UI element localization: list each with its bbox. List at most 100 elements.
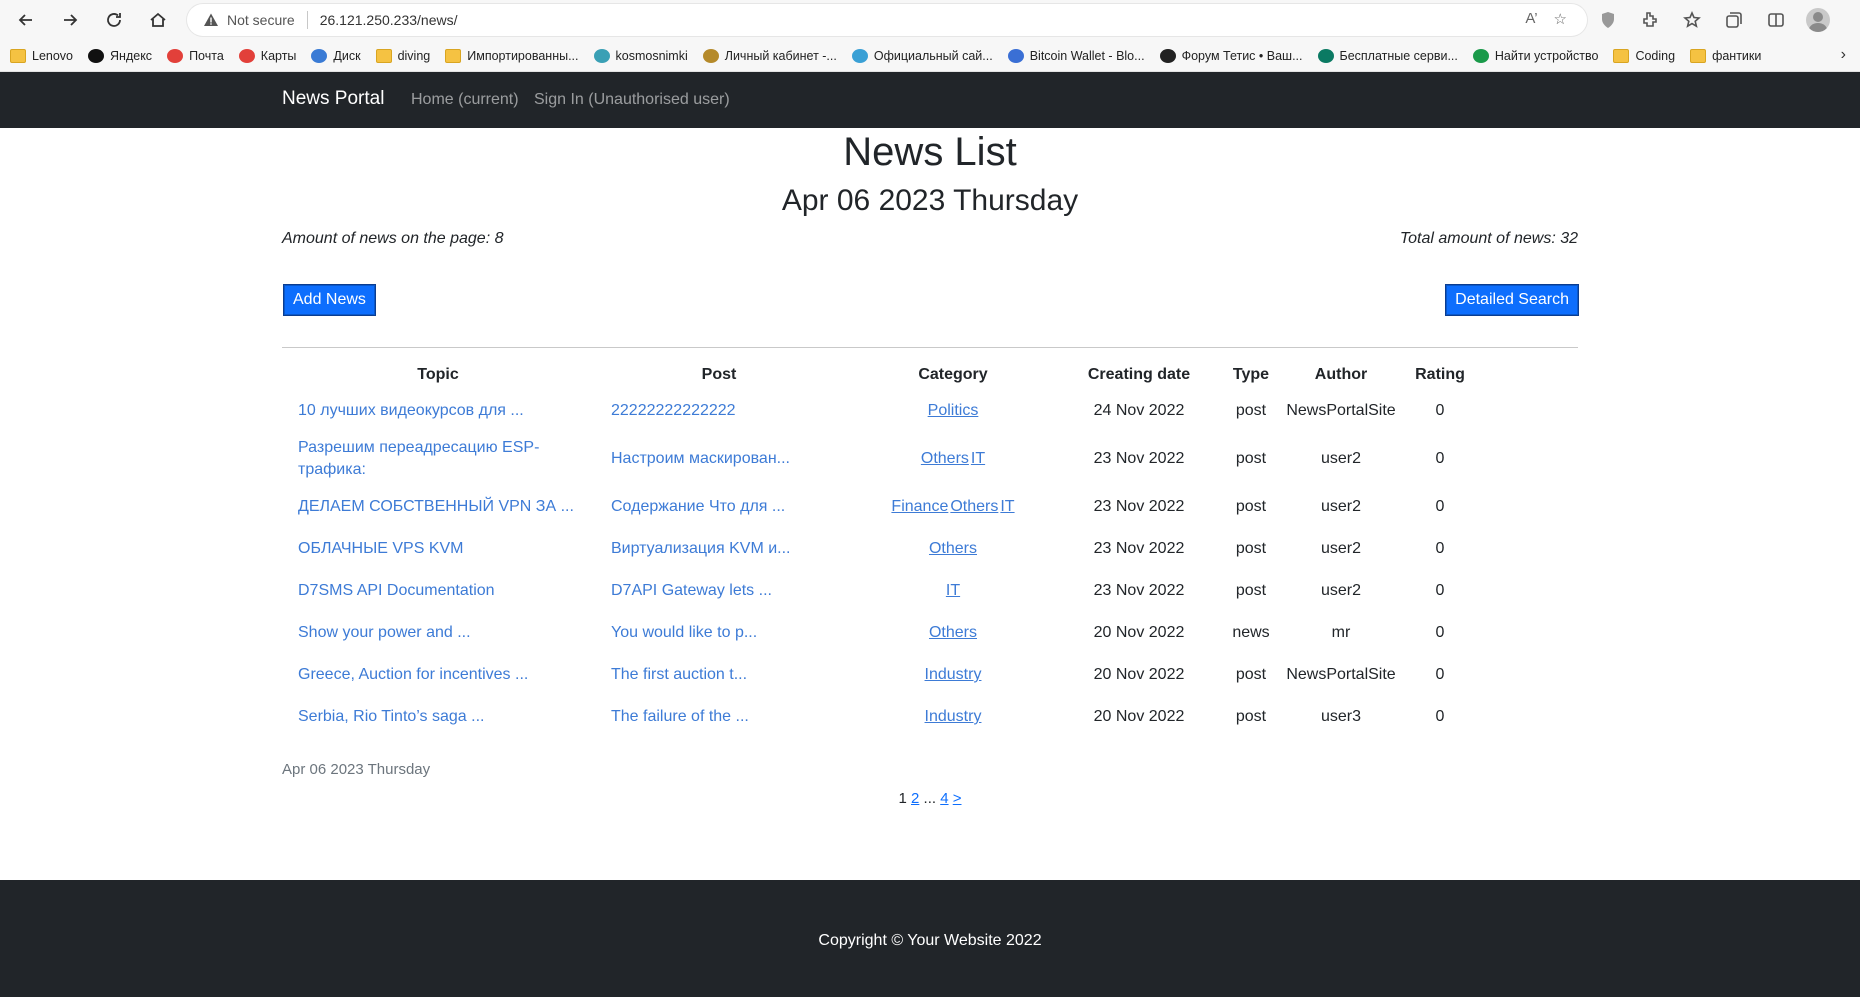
author-cell: user2 <box>1320 450 1362 467</box>
collections-icon[interactable] <box>1722 8 1746 32</box>
read-aloud-icon[interactable]: A’ <box>1525 10 1537 28</box>
site-footer: Copyright © Your Website 2022 <box>0 880 1860 997</box>
device-icon <box>1472 48 1489 63</box>
author-cell: user2 <box>1320 540 1362 557</box>
topic-link[interactable]: Serbia, Rio Tinto’s saga ... <box>282 696 594 738</box>
category-cell: Others <box>844 612 1062 654</box>
topic-link[interactable]: Greece, Auction for incentives ... <box>282 654 594 696</box>
category-link[interactable]: IT <box>946 582 960 599</box>
back-icon[interactable] <box>6 2 46 38</box>
bookmark-item[interactable]: diving <box>375 48 431 63</box>
emblem-icon <box>702 48 719 63</box>
category-link[interactable]: Others <box>929 540 977 557</box>
category-link[interactable]: Others <box>921 450 969 467</box>
table-row: Разрешим переадресацию ESP-трафика: Настр… <box>282 432 1484 486</box>
topic-link[interactable]: Разрешим переадресацию ESP-трафика: <box>282 432 594 486</box>
bookmark-item[interactable]: Lenovo <box>10 48 74 63</box>
post-link[interactable]: Настроим маскирован... <box>594 432 844 486</box>
chevron-right-icon[interactable]: › <box>1841 46 1846 64</box>
bookmark-item[interactable]: Яндекс <box>88 48 152 63</box>
bookmark-label: Bitcoin Wallet - Blo... <box>1029 48 1145 63</box>
author-cell: mr <box>1331 624 1351 641</box>
news-table: Topic Post Category Creating date Type A… <box>282 360 1484 738</box>
bookmark-item[interactable]: Импортированны... <box>445 48 579 63</box>
copyright-text: Copyright © Your Website 2022 <box>818 932 1042 949</box>
shield-icon[interactable] <box>1596 8 1620 32</box>
category-link[interactable]: IT <box>971 450 985 467</box>
brand-link[interactable]: News Portal <box>282 88 384 110</box>
reload-icon[interactable] <box>94 2 134 38</box>
topic-link[interactable]: 10 лучших видеокурсов для ... <box>282 390 594 432</box>
category-cell: Others <box>844 528 1062 570</box>
bookmark-label: Lenovo <box>32 48 74 63</box>
amount-on-page: Amount of news on the page: 8 <box>282 230 504 247</box>
bookmark-item[interactable]: фантики <box>1690 48 1761 63</box>
post-link[interactable]: 22222222222222 <box>594 390 844 432</box>
bookmark-item[interactable]: Найти устройство <box>1472 48 1598 63</box>
url-text[interactable]: 26.121.250.233/news/ <box>320 12 458 28</box>
table-row: ДЕЛАЕМ СОБСТВЕННЫЙ VPN ЗА ... Содержание … <box>282 486 1484 528</box>
post-link[interactable]: Виртуализация KVM и... <box>594 528 844 570</box>
nav-home-link[interactable]: Home (current) <box>411 91 519 109</box>
bookmark-label: diving <box>397 48 431 63</box>
bookmark-item[interactable]: Официальный сай... <box>851 48 993 63</box>
page-next-link[interactable]: > <box>953 790 962 807</box>
profile-avatar[interactable] <box>1806 8 1830 32</box>
bookmark-item[interactable]: Bitcoin Wallet - Blo... <box>1007 48 1145 63</box>
category-link[interactable]: Others <box>929 624 977 641</box>
page-link-last[interactable]: 4 <box>940 790 948 807</box>
category-link[interactable]: Industry <box>925 708 982 725</box>
address-bar[interactable]: Not secure 26.121.250.233/news/ A’ ☆ <box>187 4 1587 36</box>
category-link[interactable]: IT <box>1000 498 1014 515</box>
type-cell: post <box>1235 450 1267 467</box>
bookmark-item[interactable]: Бесплатные серви... <box>1317 48 1458 63</box>
date-cell: 20 Nov 2022 <box>1093 666 1185 683</box>
split-screen-icon[interactable] <box>1764 8 1788 32</box>
category-cell: Industry <box>844 696 1062 738</box>
bookmark-item[interactable]: Личный кабинет -... <box>702 48 837 63</box>
category-link[interactable]: Others <box>950 498 998 515</box>
bookmark-item[interactable]: Coding <box>1613 48 1676 63</box>
header-topic: Topic <box>417 366 459 383</box>
bookmark-label: Официальный сай... <box>873 48 993 63</box>
detailed-search-button[interactable]: Detailed Search <box>1446 285 1578 315</box>
favorite-add-icon[interactable]: ☆ <box>1554 10 1567 28</box>
post-link[interactable]: D7API Gateway lets ... <box>594 570 844 612</box>
home-icon[interactable] <box>138 2 178 38</box>
extensions-icon[interactable] <box>1638 8 1662 32</box>
bookmark-item[interactable]: Форум Тетис • Ваш... <box>1159 48 1303 63</box>
post-link[interactable]: Содержание Что для ... <box>594 486 844 528</box>
topic-link[interactable]: ДЕЛАЕМ СОБСТВЕННЫЙ VPN ЗА ... <box>282 486 594 528</box>
type-cell: post <box>1235 708 1267 725</box>
header-post: Post <box>701 366 737 383</box>
favorites-icon[interactable] <box>1680 8 1704 32</box>
author-cell: user2 <box>1320 582 1362 599</box>
date-cell: 23 Nov 2022 <box>1093 582 1185 599</box>
category-link[interactable]: Politics <box>928 402 979 419</box>
pagination: 1 2 ... 4 > <box>282 790 1578 807</box>
bookmark-item[interactable]: Почта <box>167 48 224 63</box>
topic-link[interactable]: ОБЛАЧНЫЕ VPS KVM <box>282 528 594 570</box>
bookmark-item[interactable]: Карты <box>238 48 296 63</box>
page-link-2[interactable]: 2 <box>911 790 919 807</box>
post-link[interactable]: The first auction t... <box>594 654 844 696</box>
rating-cell: 0 <box>1435 540 1445 557</box>
cube-icon <box>1007 48 1024 63</box>
post-link[interactable]: You would like to p... <box>594 612 844 654</box>
folder-icon <box>1690 48 1707 63</box>
site-navbar: News Portal Home (current) Sign In (Unau… <box>0 72 1860 128</box>
bookmark-item[interactable]: Диск <box>311 48 361 63</box>
folder-icon <box>445 48 462 63</box>
post-link[interactable]: The failure of the ... <box>594 696 844 738</box>
topic-link[interactable]: D7SMS API Documentation <box>282 570 594 612</box>
bookmark-item[interactable]: kosmosnimki <box>593 48 688 63</box>
topic-link[interactable]: Show your power and ... <box>282 612 594 654</box>
nav-signin-link[interactable]: Sign In (Unauthorised user) <box>534 91 730 109</box>
category-cell: IT <box>844 570 1062 612</box>
bookmark-label: Coding <box>1635 48 1676 63</box>
category-link[interactable]: Finance <box>891 498 948 515</box>
forward-icon[interactable] <box>50 2 90 38</box>
add-news-button[interactable]: Add News <box>284 285 375 315</box>
category-link[interactable]: Industry <box>925 666 982 683</box>
table-header-row: Topic Post Category Creating date Type A… <box>282 360 1484 390</box>
